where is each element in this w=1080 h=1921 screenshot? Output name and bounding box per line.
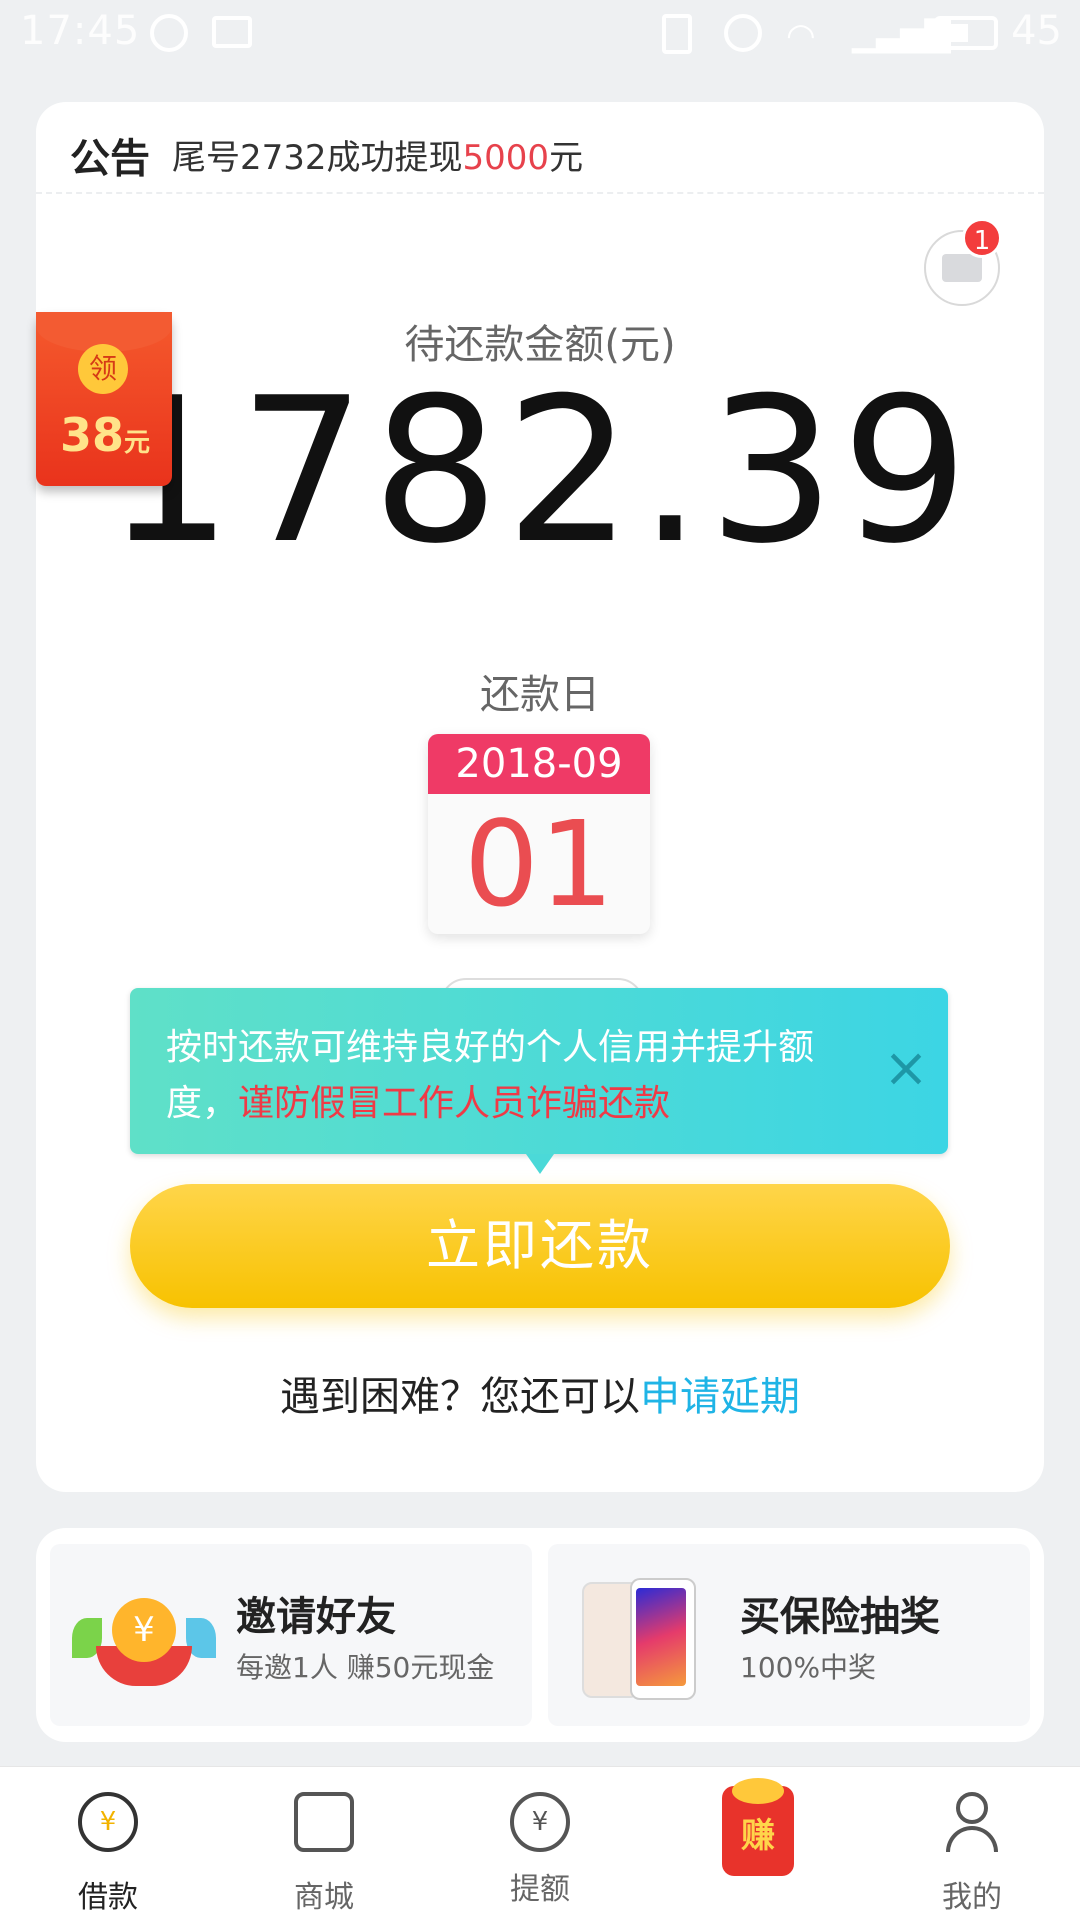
insurance-title: 买保险抽奖 <box>740 1594 940 1640</box>
tab-loan[interactable]: ¥ 借款 <box>0 1766 216 1920</box>
close-icon[interactable]: × <box>876 1038 936 1098</box>
message-badge: 1 <box>962 218 1002 258</box>
battery-icon <box>934 16 998 50</box>
tip-text: 按时还款可维持良好的个人信用并提升额度，谨防假冒工作人员诈骗还款 <box>166 1027 815 1124</box>
notice-text: 尾号2732成功提现5000元 <box>172 138 584 178</box>
status-bar: 17:45 ◠ ▁▃▅▇ 45 <box>0 0 1080 66</box>
shop-bag-icon <box>294 1792 354 1852</box>
tab-profile[interactable]: 我的 <box>864 1766 1080 1920</box>
due-date-calendar: 2018-09 01 <box>428 734 650 934</box>
tip-arrow <box>526 1154 554 1174</box>
tab-earn[interactable]: 赚 <box>648 1766 864 1920</box>
repay-now-button[interactable]: 立即还款 <box>130 1184 950 1308</box>
tab-raise-limit[interactable]: ¥ 提额 <box>432 1766 648 1920</box>
battery-level: 45 <box>1011 8 1062 54</box>
red-packet-amount: 38元 <box>60 408 151 462</box>
profile-icon <box>942 1792 1002 1852</box>
invite-subtitle: 每邀1人 赚50元现金 <box>236 1651 495 1684</box>
sync-icon <box>150 14 188 52</box>
raise-limit-icon: ¥ <box>510 1792 570 1852</box>
red-packet-button[interactable]: 领 38元 <box>36 312 172 486</box>
earn-red-packet-icon: 赚 <box>722 1778 794 1876</box>
tab-shop[interactable]: 商城 <box>216 1766 432 1920</box>
vibrate-icon <box>662 14 692 54</box>
notice-label: 公告 <box>70 136 150 182</box>
due-date-label: 还款日 <box>480 672 600 718</box>
wifi-icon: ◠ <box>786 16 816 56</box>
red-packet-coin: 领 <box>78 344 128 394</box>
image-icon <box>212 16 252 48</box>
invite-title: 邀请好友 <box>236 1594 396 1640</box>
loan-icon: ¥ <box>78 1792 138 1852</box>
phone-prize-icon <box>582 1578 700 1700</box>
alarm-icon <box>724 14 762 52</box>
calendar-month: 2018-09 <box>428 734 650 794</box>
status-time: 17:45 <box>20 8 141 54</box>
repayment-tip-popup: 按时还款可维持良好的个人信用并提升额度，谨防假冒工作人员诈骗还款 × <box>130 988 948 1174</box>
apply-extension-link[interactable]: 申请延期 <box>640 1374 800 1420</box>
insurance-subtitle: 100%中奖 <box>740 1651 877 1684</box>
extension-prompt: 遇到困难？您还可以申请延期 <box>280 1374 800 1420</box>
calendar-day: 01 <box>463 795 615 933</box>
mail-icon <box>942 254 982 282</box>
invite-coin-icon: ¥ <box>62 1588 222 1688</box>
